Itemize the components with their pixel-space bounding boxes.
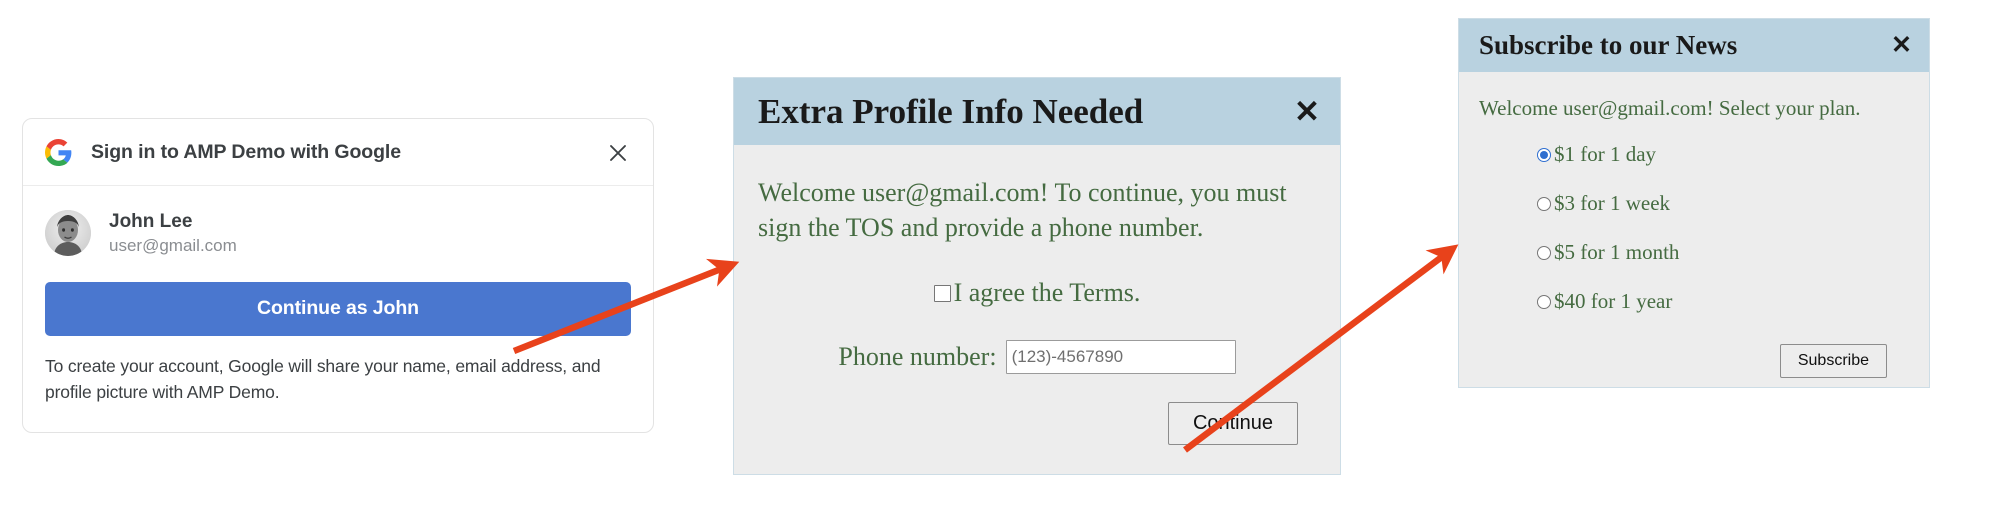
google-card-footer-text: To create your account, Google will shar…	[45, 355, 601, 402]
plan-option[interactable]: $5 for 1 month	[1479, 240, 1909, 265]
plan-option[interactable]: $1 for 1 day	[1479, 142, 1909, 167]
account-email: user@gmail.com	[109, 235, 237, 255]
profile-dialog-body: Welcome user@gmail.com! To continue, you…	[734, 145, 1340, 446]
extra-profile-info-dialog: Extra Profile Info Needed ✕ Welcome user…	[733, 77, 1341, 475]
phone-number-label: Phone number:	[838, 342, 997, 372]
plan-option[interactable]: $3 for 1 week	[1479, 191, 1909, 216]
subscribe-dialog-title: Subscribe to our News	[1479, 30, 1738, 60]
subscribe-dialog-titlebar: Subscribe to our News ✕	[1459, 19, 1929, 72]
plan-label: $40 for 1 year	[1554, 289, 1673, 314]
plan-radio[interactable]	[1537, 147, 1551, 162]
plan-label: $5 for 1 month	[1554, 240, 1680, 265]
subscribe-dialog-body: Welcome user@gmail.com! Select your plan…	[1459, 72, 1929, 379]
profile-dialog-message: Welcome user@gmail.com! To continue, you…	[758, 178, 1287, 243]
google-account-text: John Lee user@gmail.com	[109, 210, 237, 257]
agree-terms-label: I agree the Terms.	[953, 278, 1141, 308]
plan-label: $3 for 1 week	[1554, 191, 1671, 216]
plan-radio[interactable]	[1537, 294, 1551, 309]
continue-as-john-button[interactable]: Continue as John	[45, 281, 631, 336]
google-card-header: Sign in to AMP Demo with Google	[23, 119, 653, 186]
phone-number-row: Phone number:	[758, 340, 1316, 375]
subscribe-dialog-message: Welcome user@gmail.com! Select your plan…	[1479, 96, 1861, 120]
plan-option[interactable]: $40 for 1 year	[1479, 289, 1909, 314]
google-card-title: Sign in to AMP Demo with Google	[91, 141, 401, 163]
google-signin-card: Sign in to AMP Demo with Google John Lee…	[22, 118, 654, 433]
continue-button[interactable]: Continue	[1167, 402, 1298, 446]
profile-dialog-titlebar: Extra Profile Info Needed ✕	[734, 78, 1340, 145]
plan-options-list: $1 for 1 day $3 for 1 week $5 for 1 mont…	[1479, 142, 1909, 314]
google-account-row: John Lee user@gmail.com	[45, 210, 631, 257]
avatar	[45, 210, 91, 257]
subscribe-dialog: Subscribe to our News ✕ Welcome user@gma…	[1458, 18, 1930, 388]
agree-terms-checkbox[interactable]	[933, 284, 951, 302]
google-g-icon	[45, 139, 72, 166]
account-name: John Lee	[109, 211, 193, 232]
google-card-body: John Lee user@gmail.com Continue as John	[23, 186, 653, 336]
subscribe-dialog-actions: Subscribe	[1479, 344, 1909, 379]
plan-radio[interactable]	[1537, 196, 1551, 211]
plan-radio[interactable]	[1537, 245, 1551, 260]
plan-label: $1 for 1 day	[1554, 142, 1657, 167]
subscribe-button[interactable]: Subscribe	[1779, 344, 1887, 379]
close-icon[interactable]: ✕	[1891, 33, 1912, 58]
profile-dialog-actions: Continue	[758, 402, 1316, 446]
profile-dialog-title: Extra Profile Info Needed	[758, 91, 1144, 131]
close-icon[interactable]: ✕	[1294, 96, 1320, 127]
agree-terms-row[interactable]: I agree the Terms.	[758, 278, 1316, 308]
close-icon[interactable]	[605, 140, 631, 166]
phone-number-input[interactable]	[1005, 340, 1236, 375]
